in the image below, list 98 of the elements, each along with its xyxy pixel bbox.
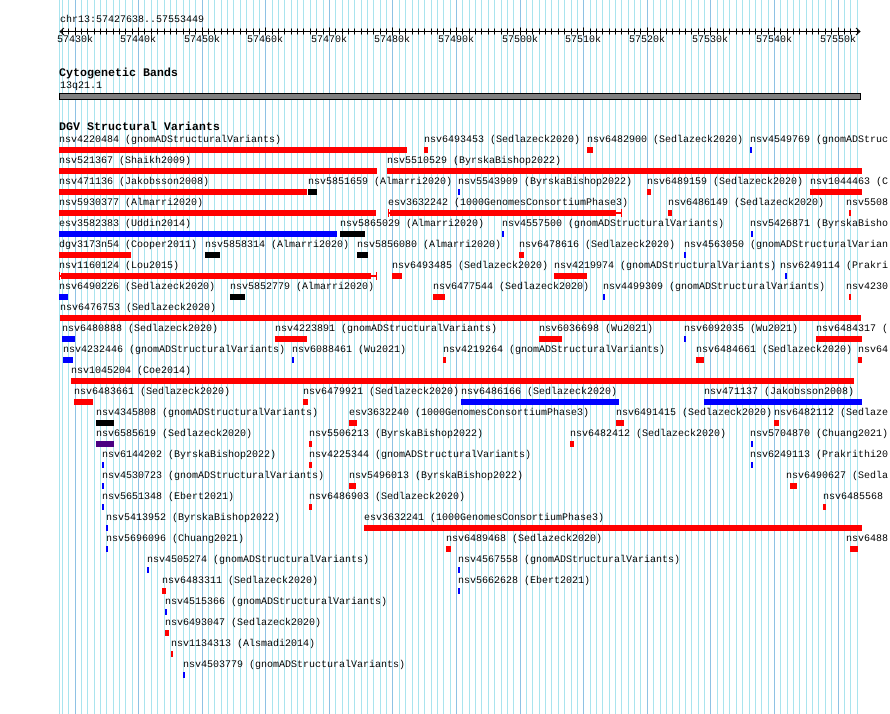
variant-label: nsv6088461 (Wu2021) (292, 344, 406, 357)
variant-label: nsv6585619 (Sedlazeck2020) (96, 428, 252, 441)
tick-label: 57500k (502, 34, 538, 47)
variant-label: nsv4567558 (gnomADStructuralVariants) (458, 554, 680, 567)
variant-label: nsv1134313 (Alsmadi2014) (171, 638, 316, 651)
variant-label: nsv5852779 (Almarri2020) (230, 281, 374, 294)
variant-label: nsv64 (858, 344, 888, 357)
variant-label: nsv4223891 (gnomADStructuralVariants) (275, 323, 498, 336)
track-title: Cytogenetic Bands (59, 67, 178, 80)
variant-label: nsv6483661 (Sedlazeck2020) (74, 386, 230, 399)
region-label: chr13:57427638..57553449 (60, 14, 204, 27)
variant-label: esv3582383 (Uddin2014) (59, 218, 192, 231)
variant-label: nsv6490226 (Sedlazeck2020) (59, 281, 216, 294)
variant-label: nsv6144202 (ByrskaBishop2022) (102, 449, 276, 462)
variant-label: nsv6486166 (Sedlazeck2020) (461, 386, 618, 399)
variant-label: nsv5851659 (Almarri2020) (308, 176, 452, 189)
variant-label: nsv4225344 (gnomADStructuralVariants) (309, 449, 532, 462)
variant-label: nsv6486149 (Sedlazeck2020) (668, 197, 824, 210)
variant-label: nsv5413952 (ByrskaBishop2022) (106, 512, 280, 525)
variant-label: nsv6489159 (Sedlazeck2020) (647, 176, 804, 189)
variant-label: nsv5704870 (Chuang2021) (750, 428, 888, 441)
track-title: DGV Structural Variants (59, 121, 220, 134)
variant-label: nsv6485568 (823, 491, 884, 504)
variant-bar[interactable] (388, 209, 622, 217)
variant-label: nsv471136 (Jakobsson2008) (59, 176, 210, 189)
variant-label: nsv5930377 (Almarri2020) (59, 197, 204, 210)
variant-label: nsv6484317 ( (816, 323, 888, 336)
variant-label: nsv1160124 (Lou2015) (59, 260, 180, 273)
variant-label: nsv5662628 (Ebert2021) (458, 575, 590, 588)
variant-label: nsv4219974 (gnomADStructuralVariants) (554, 260, 776, 273)
variant-label: nsv5651348 (Ebert2021) (102, 491, 234, 504)
variant-label: esv3632241 (1000GenomesConsortiumPhase3) (364, 512, 604, 525)
variant-label: nsv5696096 (Chuang2021) (106, 533, 244, 546)
variant-label: dgv3173n54 (Cooper2011) (59, 239, 198, 252)
tick-label: 57450k (184, 34, 220, 47)
variant-label: nsv4220484 (gnomADStructuralVariants) (59, 134, 282, 147)
variant-label: nsv6493047 (Sedlazeck2020) (165, 617, 322, 630)
variant-label: nsv6249114 (Prakri (780, 260, 888, 273)
variant-label: nsv5858314 (Almarri2020) (205, 239, 350, 252)
variant-label: nsv471137 (Jakobsson2008) (704, 386, 854, 399)
variant-label: nsv6490627 (Sedla (786, 470, 888, 483)
variant-label: nsv4563050 (gnomADStructuralVarian (684, 239, 888, 252)
variant-label: nsv4230 (846, 281, 888, 294)
variant-label: nsv6483311 (Sedlazeck2020) (162, 575, 318, 588)
variant-label: nsv5506213 (ByrskaBishop2022) (309, 428, 484, 441)
variant-bar[interactable] (59, 272, 377, 280)
variant-label: nsv5856080 (Almarri2020) (357, 239, 502, 252)
variant-label: nsv6036698 (Wu2021) (539, 323, 654, 336)
variant-label: nsv4557500 (gnomADStructuralVariants) (502, 218, 724, 231)
tick-label: 57440k (120, 34, 156, 47)
tick-label: 57430k (57, 34, 94, 47)
variant-label: nsv6477544 (Sedlazeck2020) (433, 281, 590, 294)
variant-label: nsv4505274 (gnomADStructuralVariants) (147, 554, 370, 567)
variant-label: esv3632242 (1000GenomesConsortiumPhase3) (388, 197, 628, 210)
variant-label: nsv6482412 (Sedlazeck2020) (570, 428, 726, 441)
variant-label: nsv4232446 (gnomADStructuralVariants) (63, 344, 286, 357)
tick-label: 57460k (247, 34, 284, 47)
band-label: 13q21.1 (60, 80, 102, 93)
variant-label: nsv1045204 (Coe2014) (71, 365, 192, 378)
tick-label: 57480k (374, 34, 410, 47)
variant-label: nsv6491415 (Sedlazeck2020) (616, 407, 772, 420)
variant-label: nsv4549769 (gnomADStruc (750, 134, 888, 147)
variant-label: nsv6092035 (Wu2021) (684, 323, 798, 336)
variant-label: nsv5508 (846, 197, 888, 210)
variant-label: nsv6493453 (Sedlazeck2020) (424, 134, 580, 147)
variant-label: nsv521367 (Shaikh2009) (59, 155, 192, 168)
tick-label: 57540k (756, 34, 792, 47)
variant-label: nsv6476753 (Sedlazeck2020) (60, 302, 216, 315)
variant-label: nsv6484661 (Sedlazeck2020) (696, 344, 852, 357)
variant-label: nsv4503779 (gnomADStructuralVariants) (183, 659, 406, 672)
variant-label: nsv5543909 (ByrskaBishop2022) (458, 176, 632, 189)
variant-label: nsv6482900 (Sedlazeck2020) (587, 134, 744, 147)
tick-label: 57550k (820, 34, 856, 47)
variant-label: nsv4219264 (gnomADStructuralVariants) (443, 344, 666, 357)
variant-label: nsv6482112 (Sedlaze (774, 407, 888, 420)
tick-label: 57530k (692, 34, 728, 47)
variant-label: nsv5510529 (ByrskaBishop2022) (387, 155, 562, 168)
tick-label: 57470k (311, 34, 348, 47)
variant-label: nsv6488 (846, 533, 888, 546)
variant-label: nsv4530723 (gnomADStructuralVariants) (102, 470, 324, 483)
variant-label: nsv6486903 (Sedlazeck2020) (309, 491, 466, 504)
tick-label: 57490k (438, 34, 474, 47)
variant-label: nsv6493485 (Sedlazeck2020) (392, 260, 548, 273)
variant-label: nsv1044463 (C (810, 176, 888, 189)
variant-label: nsv4345808 (gnomADStructuralVariants) (96, 407, 318, 420)
variant-label: nsv6480888 (Sedlazeck2020) (62, 323, 218, 336)
variant-label: nsv6478616 (Sedlazeck2020) (519, 239, 676, 252)
variant-label: nsv6489468 (Sedlazeck2020) (446, 533, 602, 546)
variant-label: nsv4499309 (gnomADStructuralVariants) (603, 281, 826, 294)
variant-label: nsv5496013 (ByrskaBishop2022) (349, 470, 524, 483)
variant-label: nsv5865029 (Almarri2020) (340, 218, 484, 231)
variant-label: nsv4515366 (gnomADStructuralVariants) (165, 596, 388, 609)
tick-label: 57510k (565, 34, 602, 47)
variant-label: nsv6479921 (Sedlazeck2020) (303, 386, 460, 399)
variant-label: nsv5426871 (ByrskaBisho (750, 218, 888, 231)
tick-label: 57520k (629, 34, 666, 47)
variant-label: nsv6249113 (Prakrithi20 (750, 449, 888, 462)
variant-label: esv3632240 (1000GenomesConsortiumPhase3) (349, 407, 590, 420)
